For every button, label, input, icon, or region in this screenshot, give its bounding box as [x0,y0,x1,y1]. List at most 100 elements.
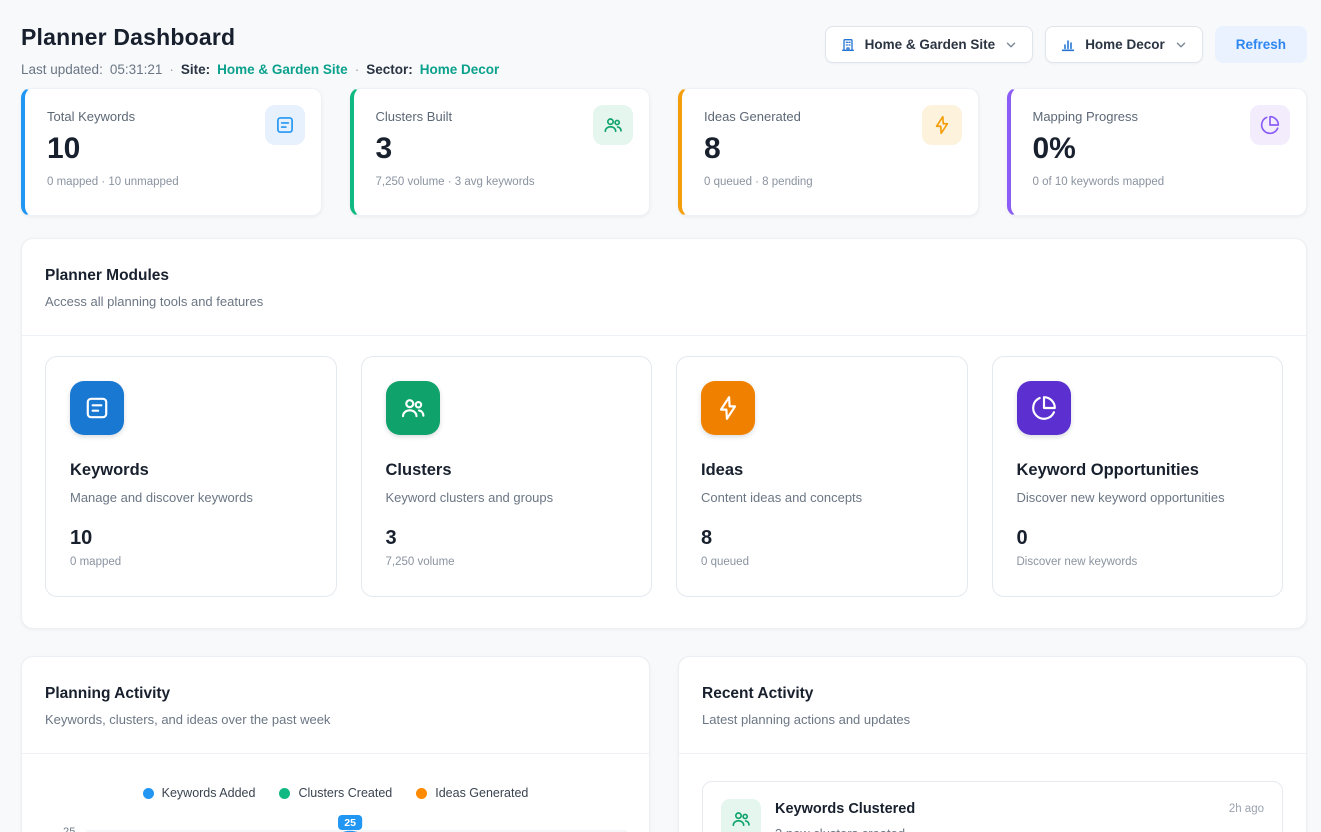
module-value: 8 [701,527,943,550]
module-card-clusters[interactable]: Clusters Keyword clusters and groups 3 7… [361,356,653,597]
page-title: Planner Dashboard [21,22,499,52]
stat-label: Mapping Progress [1033,109,1287,124]
module-detail: Discover new keywords [1017,556,1259,568]
stat-detail: 7,250 volume · 3 avg keywords [376,176,630,188]
stat-detail: 0 queued · 8 pending [704,176,958,188]
last-updated-value: 05:31:21 [110,62,163,77]
pie-chart-icon [1250,105,1290,145]
legend-label: Ideas Generated [435,786,528,800]
site-selector[interactable]: Home & Garden Site [825,26,1034,63]
recent-activity-panel: Recent Activity Latest planning actions … [678,656,1307,832]
site-label: Site: [181,62,210,77]
stat-card-ideas-generated: Ideas Generated 8 0 queued · 8 pending [678,88,979,216]
planner-dashboard: Planner Dashboard Last updated: 05:31:21… [0,0,1321,832]
modules-grid: Keywords Manage and discover keywords 10… [22,336,1306,628]
chevron-down-icon [1174,38,1188,52]
sector-label: Sector: [366,62,413,77]
legend-item-clusters-created: Clusters Created [279,786,392,800]
stat-card-mapping-progress: Mapping Progress 0% 0 of 10 keywords map… [1007,88,1308,216]
lightning-icon [701,381,755,435]
section-title: Planning Activity [45,685,626,703]
stat-detail: 0 mapped · 10 unmapped [47,176,301,188]
stat-value: 3 [376,133,630,165]
recent-activity-header: Recent Activity Latest planning actions … [679,657,1306,754]
svg-text:25: 25 [344,817,356,829]
legend-dot [279,788,290,799]
planner-modules-panel: Planner Modules Access all planning tool… [21,238,1307,629]
refresh-button[interactable]: Refresh [1215,26,1307,63]
chart-legend: Keywords Added Clusters Created Ideas Ge… [22,786,649,800]
meta-separator: · [355,62,360,77]
stat-card-clusters-built: Clusters Built 3 7,250 volume · 3 avg ke… [350,88,651,216]
module-description: Discover new keyword opportunities [1017,490,1259,505]
module-detail: 7,250 volume [386,556,628,568]
module-card-keyword-opportunities[interactable]: Keyword Opportunities Discover new keywo… [992,356,1284,597]
stat-value: 8 [704,133,958,165]
users-icon [593,105,633,145]
chevron-down-icon [1004,38,1018,52]
planning-activity-chart: 25 25 24 [38,810,631,832]
module-detail: 0 mapped [70,556,312,568]
lightning-icon [922,105,962,145]
stat-label: Clusters Built [376,109,630,124]
section-title: Recent Activity [702,685,1283,703]
activity-timestamp: 2h ago [1229,799,1264,815]
site-selector-label: Home & Garden Site [865,37,996,52]
building-icon [840,37,856,53]
section-subtitle: Access all planning tools and features [45,294,1283,309]
module-title: Keyword Opportunities [1017,461,1259,480]
users-icon [721,799,761,832]
bar-chart-icon [1060,37,1076,53]
legend-label: Keywords Added [162,786,256,800]
stat-label: Ideas Generated [704,109,958,124]
site-link[interactable]: Home & Garden Site [217,62,348,77]
module-description: Keyword clusters and groups [386,490,628,505]
module-card-ideas[interactable]: Ideas Content ideas and concepts 8 0 que… [676,356,968,597]
meta-row: Last updated: 05:31:21 · Site: Home & Ga… [21,60,499,78]
section-subtitle: Latest planning actions and updates [702,712,1283,727]
stat-value: 0% [1033,133,1287,165]
stat-value: 10 [47,133,301,165]
planning-activity-header: Planning Activity Keywords, clusters, an… [22,657,649,754]
y-axis-tick: 25 [63,826,75,832]
module-title: Keywords [70,461,312,480]
module-detail: 0 queued [701,556,943,568]
last-updated-label: Last updated: [21,62,103,77]
module-title: Ideas [701,461,943,480]
module-title: Clusters [386,461,628,480]
sector-selector-label: Home Decor [1085,37,1165,52]
planner-modules-header: Planner Modules Access all planning tool… [22,239,1306,336]
module-description: Content ideas and concepts [701,490,943,505]
document-list-icon [70,381,124,435]
module-value: 10 [70,527,312,550]
legend-dot [416,788,427,799]
legend-item-keywords-added: Keywords Added [143,786,256,800]
pie-chart-icon [1017,381,1071,435]
topbar: Planner Dashboard Last updated: 05:31:21… [21,0,1307,78]
chart-point-label: 25 [338,815,362,830]
stat-card-total-keywords: Total Keywords 10 0 mapped · 10 unmapped [21,88,322,216]
legend-item-ideas-generated: Ideas Generated [416,786,528,800]
stat-detail: 0 of 10 keywords mapped [1033,176,1287,188]
users-icon [386,381,440,435]
section-subtitle: Keywords, clusters, and ideas over the p… [45,712,626,727]
activity-content: Keywords Clustered 3 new clusters create… [775,799,915,832]
planning-activity-panel: Planning Activity Keywords, clusters, an… [21,656,650,832]
activity-description: 3 new clusters created [775,826,915,832]
chart-area: 25 25 24 [22,810,649,832]
sector-selector[interactable]: Home Decor [1045,26,1203,63]
activity-list: Keywords Clustered 3 new clusters create… [679,754,1306,832]
legend-label: Clusters Created [298,786,392,800]
stat-label: Total Keywords [47,109,301,124]
activity-title: Keywords Clustered [775,801,915,817]
sector-link[interactable]: Home Decor [420,62,500,77]
module-card-keywords[interactable]: Keywords Manage and discover keywords 10… [45,356,337,597]
document-list-icon [265,105,305,145]
bottom-row: Planning Activity Keywords, clusters, an… [21,656,1307,832]
module-description: Manage and discover keywords [70,490,312,505]
activity-list-item: Keywords Clustered 3 new clusters create… [702,781,1283,832]
section-title: Planner Modules [45,267,1283,285]
topbar-actions: Home & Garden Site Home Decor Refresh [825,22,1307,63]
meta-separator: · [169,62,174,77]
stats-row: Total Keywords 10 0 mapped · 10 unmapped… [21,88,1307,216]
